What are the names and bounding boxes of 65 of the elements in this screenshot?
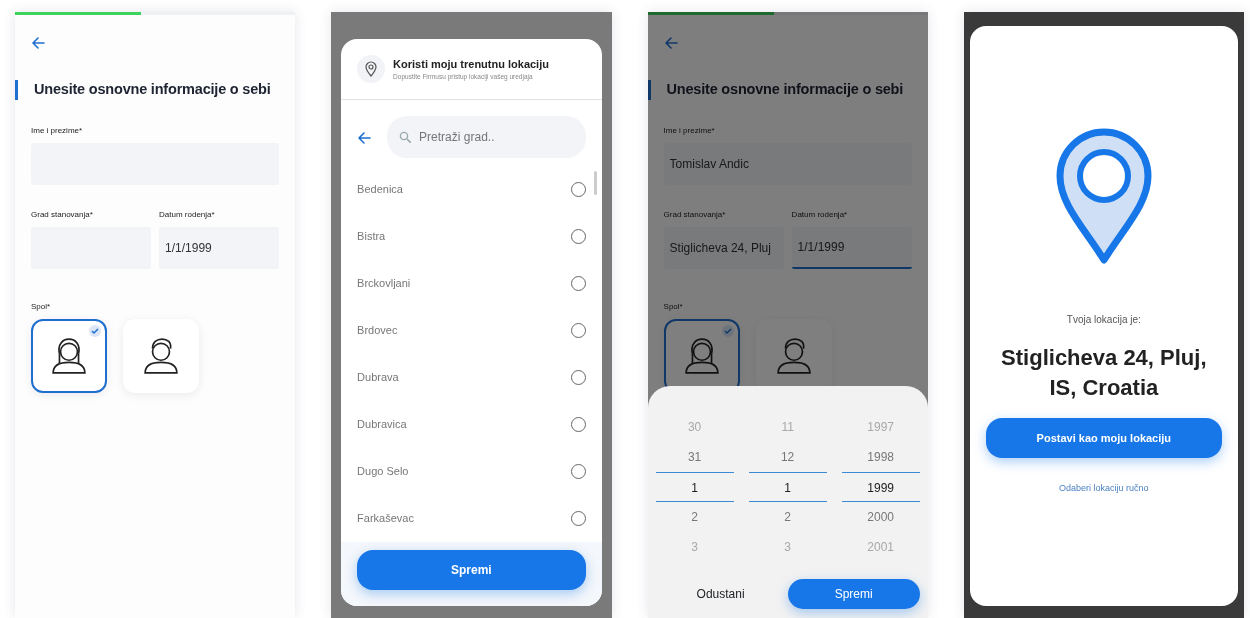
person-icon — [776, 337, 811, 374]
person-icon — [144, 337, 178, 374]
input-field[interactable]: 1/1/1999 — [159, 226, 280, 269]
picker-value[interactable]: 1998 — [841, 442, 920, 472]
gender-option[interactable] — [123, 318, 199, 393]
person-icon — [684, 337, 719, 374]
city-name: Dubrava — [357, 370, 399, 386]
picker-value[interactable]: 2 — [655, 502, 734, 532]
picker-value[interactable]: 2001 — [841, 532, 920, 562]
city-name: Bistra — [357, 229, 386, 245]
scrollbar[interactable] — [593, 171, 597, 195]
search-field[interactable]: Pretraži grad.. — [387, 116, 586, 158]
field-label: Datum rodenja* — [159, 208, 216, 221]
city-name: Bedenica — [357, 182, 403, 198]
input-field[interactable]: Tomislav Andic — [663, 142, 912, 185]
field-label: Grad stanovanja* — [663, 208, 727, 221]
city-option[interactable]: Bedenica — [341, 166, 602, 213]
confirm-button[interactable]: Postavi kao moju lokaciju — [985, 418, 1222, 459]
field-label: Spol* — [31, 300, 52, 313]
picker-value[interactable]: 2 — [748, 502, 827, 532]
form-title: Unesite osnovne informacije o sebi — [34, 80, 271, 99]
city-option[interactable]: Brckovljani — [341, 260, 602, 307]
city-option[interactable]: Farkaševac — [341, 495, 602, 542]
save-button[interactable]: Spremi — [357, 550, 586, 590]
picker-value[interactable]: 31 — [655, 442, 734, 472]
back-arrow-icon — [357, 131, 372, 146]
accent-bar — [647, 79, 651, 100]
city-option[interactable]: Bistra — [341, 213, 602, 260]
city-option[interactable]: Brdovec — [341, 307, 602, 354]
person-icon — [52, 337, 86, 374]
back-arrow-icon — [663, 36, 678, 51]
cancel-button[interactable]: Odustani — [655, 578, 786, 610]
location-address: Stiglicheva 24, Pluj, IS, Croatia — [1000, 344, 1208, 402]
city-option[interactable]: Dubravica — [341, 401, 602, 448]
field-label: Datum rodenja* — [791, 208, 849, 221]
location-caption: Tvoja lokacija je: — [1066, 313, 1141, 327]
field-label: Ime i prezime* — [31, 124, 84, 137]
search-icon — [399, 131, 412, 143]
city-name: Brdovec — [357, 323, 398, 339]
option-title: Koristi moju trenutnu lokaciju — [393, 56, 549, 72]
field-label: Grad stanovanja* — [31, 208, 94, 221]
field-label: Spol* — [663, 300, 684, 313]
gender-option[interactable] — [31, 318, 107, 393]
city-name: Dugo Selo — [357, 464, 409, 480]
picker-value[interactable]: 1 — [748, 472, 827, 502]
manual-location-link[interactable]: Odaberi lokaciju ručno — [1059, 482, 1149, 496]
city-name: Brckovljani — [357, 276, 411, 292]
picker-value[interactable]: 1999 — [841, 472, 920, 502]
city-option[interactable]: Dugo Selo — [341, 448, 602, 495]
save-button[interactable]: Spremi — [787, 579, 920, 609]
picker-value[interactable]: 2000 — [841, 502, 920, 532]
city-name: Farkaševac — [357, 511, 414, 527]
accent-bar — [15, 79, 18, 100]
city-option[interactable]: Dubrava — [341, 354, 602, 401]
input-field[interactable]: Stiglicheva 24, Pluj — [663, 226, 784, 269]
picker-value[interactable]: 30 — [655, 412, 734, 442]
form-title: Unesite osnovne informacije o sebi — [666, 80, 904, 99]
check-icon — [89, 324, 101, 337]
input-field[interactable]: 1/1/1999 — [791, 226, 912, 269]
picker-value[interactable]: 1 — [655, 472, 734, 502]
location-pin-icon — [365, 61, 378, 77]
city-name: Dubravica — [357, 417, 407, 433]
back-arrow-icon — [31, 36, 45, 51]
check-icon — [721, 324, 734, 337]
picker-value[interactable]: 12 — [748, 442, 827, 472]
